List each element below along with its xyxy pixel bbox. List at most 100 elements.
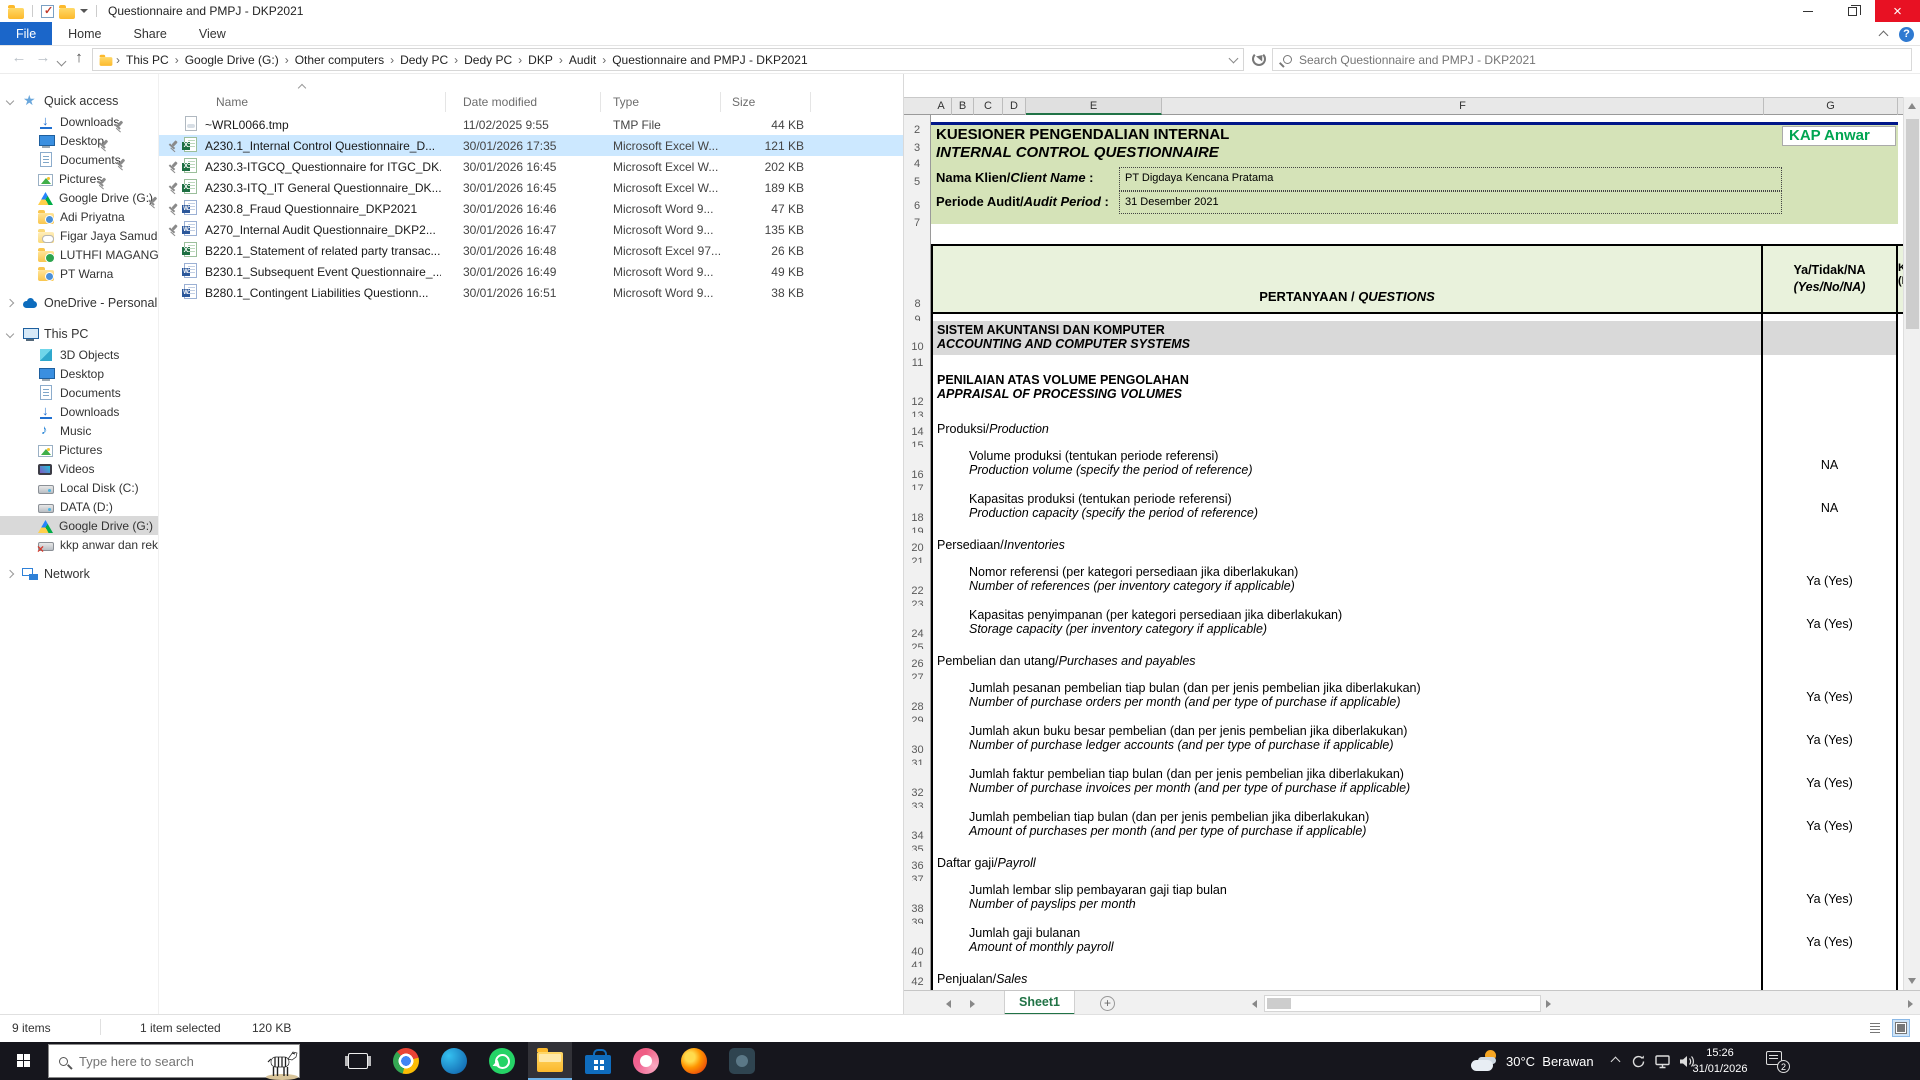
new-folder-icon[interactable] [59, 8, 75, 19]
file-row[interactable]: B280.1_Contingent Liabilities Questionn.… [159, 282, 904, 303]
add-sheet-icon[interactable]: + [1100, 996, 1115, 1011]
search-box[interactable] [1272, 48, 1912, 71]
file-row[interactable]: B220.1_Statement of related party transa… [159, 240, 904, 261]
file-row[interactable]: A230.3-ITGCQ_Questionnaire for ITGC_DK..… [159, 156, 904, 177]
breadcrumb-item[interactable]: Google Drive (G:) [181, 53, 283, 67]
breadcrumb-item[interactable]: Other computers [291, 53, 388, 67]
sidebar-item-data-d-[interactable]: DATA (D:) [0, 497, 158, 516]
file-row[interactable]: A270_Internal Audit Questionnaire_DKP2..… [159, 219, 904, 240]
onedrive-sync-icon[interactable] [1630, 1053, 1647, 1070]
sidebar-item-google-drive-g-[interactable]: Google Drive (G:) [0, 516, 158, 535]
refresh-icon[interactable] [1252, 52, 1266, 66]
column-letter-A[interactable]: A [931, 98, 952, 115]
breadcrumb-item[interactable]: This PC [122, 53, 173, 67]
up-icon[interactable]: ↑ [68, 49, 90, 66]
sidebar-item-music[interactable]: Music [0, 421, 158, 440]
chevron-down-icon[interactable] [6, 97, 14, 105]
chevron-right-icon[interactable] [6, 570, 14, 578]
close-button[interactable]: × [1875, 0, 1920, 22]
hscroll-right-icon[interactable] [1546, 1000, 1551, 1008]
back-icon[interactable]: ← [8, 49, 30, 66]
help-icon[interactable]: ? [1899, 27, 1914, 42]
column-letter-E[interactable]: E [1026, 98, 1162, 115]
column-letter-D[interactable]: D [1003, 98, 1026, 115]
properties-check-icon[interactable] [41, 5, 54, 18]
scroll-down-icon[interactable] [1908, 978, 1916, 984]
hscroll-left-icon[interactable] [1252, 1000, 1257, 1008]
file-row[interactable]: A230.3-ITQ_IT General Questionnaire_DK..… [159, 177, 904, 198]
sidebar-item-figar-jaya-samudra[interactable]: Figar Jaya Samudra [0, 226, 158, 245]
breadcrumb-item[interactable]: Audit [565, 53, 600, 67]
notification-icon[interactable]: 2 [1766, 1051, 1786, 1069]
sidebar-section-network[interactable]: Network [0, 563, 158, 585]
column-header-date[interactable]: Date modified [446, 92, 601, 112]
sidebar-item-documents[interactable]: Documents [0, 383, 158, 402]
sidebar-item-3d-objects[interactable]: 3D Objects [0, 345, 158, 364]
address-bar[interactable]: ›This PC›Google Drive (G:)›Other compute… [92, 48, 1244, 71]
qat-customize-icon[interactable] [80, 9, 88, 13]
breadcrumb-item[interactable]: Dedy PC [396, 53, 452, 67]
menu-tab-home[interactable]: Home [52, 22, 117, 45]
recent-locations-icon[interactable] [57, 57, 67, 67]
sidebar-item-documents[interactable]: Documents [0, 150, 158, 169]
sidebar-item-adi-priyatna[interactable]: Adi Priyatna [0, 207, 158, 226]
sheet-tab[interactable]: Sheet1 [1004, 991, 1075, 1016]
sheet-next-icon[interactable] [970, 1000, 975, 1008]
start-button[interactable] [0, 1042, 48, 1080]
column-letter-G[interactable]: G [1764, 98, 1898, 115]
taskbar-app-whatsapp[interactable] [480, 1042, 524, 1080]
taskbar-app-firefox[interactable] [672, 1042, 716, 1080]
preview-horizontal-scrollbar[interactable] [1264, 995, 1541, 1012]
chevron-right-icon[interactable] [6, 299, 14, 307]
minimize-button[interactable] [1785, 0, 1830, 22]
preview-vertical-scrollbar[interactable] [1903, 97, 1920, 990]
breadcrumb-item[interactable]: Questionnaire and PMPJ - DKP2021 [608, 53, 811, 67]
taskbar-search-input[interactable] [79, 1054, 229, 1069]
menu-tab-share[interactable]: Share [118, 22, 183, 45]
taskbar-app-edge[interactable] [432, 1042, 476, 1080]
restore-button[interactable] [1830, 0, 1875, 22]
sidebar-item-videos[interactable]: Videos [0, 459, 158, 478]
breadcrumb-item[interactable]: Dedy PC [460, 53, 516, 67]
taskbar-app-store[interactable] [576, 1042, 620, 1080]
column-header-name[interactable]: Name [159, 92, 446, 112]
menu-tab-file[interactable]: File [0, 22, 52, 45]
menu-tab-view[interactable]: View [183, 22, 242, 45]
sidebar-item-pt-warna[interactable]: PT Warna [0, 264, 158, 283]
address-dropdown-icon[interactable] [1229, 54, 1239, 64]
weather-widget[interactable]: 30°C Berawan [1470, 1047, 1594, 1075]
scroll-up-icon[interactable] [1908, 103, 1916, 109]
sidebar-item-desktop[interactable]: Desktop [0, 364, 158, 383]
tray-expand-icon[interactable] [1611, 1057, 1621, 1067]
sidebar-item-local-disk-c-[interactable]: Local Disk (C:) [0, 478, 158, 497]
search-input[interactable] [1299, 53, 1911, 67]
sidebar-item-luthfi-magang[interactable]: LUTHFI MAGANG [0, 245, 158, 264]
column-letter-B[interactable]: B [952, 98, 974, 115]
breadcrumb-item[interactable]: DKP [524, 53, 557, 67]
sidebar-item-pictures[interactable]: Pictures [0, 169, 158, 188]
taskbar-app-taskview[interactable] [336, 1042, 380, 1080]
sheet-prev-icon[interactable] [946, 1000, 951, 1008]
taskbar-app-explorer[interactable] [528, 1042, 572, 1080]
file-row[interactable]: ~WRL0066.tmp11/02/2025 9:55TMP File44 KB [159, 114, 904, 135]
clock[interactable]: 15:26 31/01/2026 [1682, 1045, 1758, 1077]
sidebar-item-pictures[interactable]: Pictures [0, 440, 158, 459]
sidebar-item-downloads[interactable]: Downloads [0, 402, 158, 421]
file-row[interactable]: A230.1_Internal Control Questionnaire_D.… [159, 135, 904, 156]
large-icons-view-icon[interactable] [1892, 1019, 1910, 1037]
hscrollbar-thumb[interactable] [1267, 998, 1291, 1009]
taskbar-search-box[interactable] [48, 1044, 300, 1078]
sidebar-item-downloads[interactable]: Downloads [0, 112, 158, 131]
file-row[interactable]: B230.1_Subsequent Event Questionnaire_..… [159, 261, 904, 282]
details-view-icon[interactable] [1866, 1019, 1884, 1037]
taskbar-app-paint[interactable] [624, 1042, 668, 1080]
taskbar-app-chrome[interactable] [384, 1042, 428, 1080]
corner-scroll-icon[interactable] [1908, 1000, 1913, 1008]
sidebar-section-this-pc[interactable]: This PC [0, 323, 158, 345]
file-row[interactable]: A230.8_Fraud Questionnaire_DKP202130/01/… [159, 198, 904, 219]
column-letter-C[interactable]: C [974, 98, 1003, 115]
column-header-type[interactable]: Type [601, 92, 721, 112]
sidebar-section-onedrive-personal[interactable]: OneDrive - Personal [0, 292, 158, 314]
column-header-size[interactable]: Size [721, 92, 811, 112]
sidebar-item-desktop[interactable]: Desktop [0, 131, 158, 150]
